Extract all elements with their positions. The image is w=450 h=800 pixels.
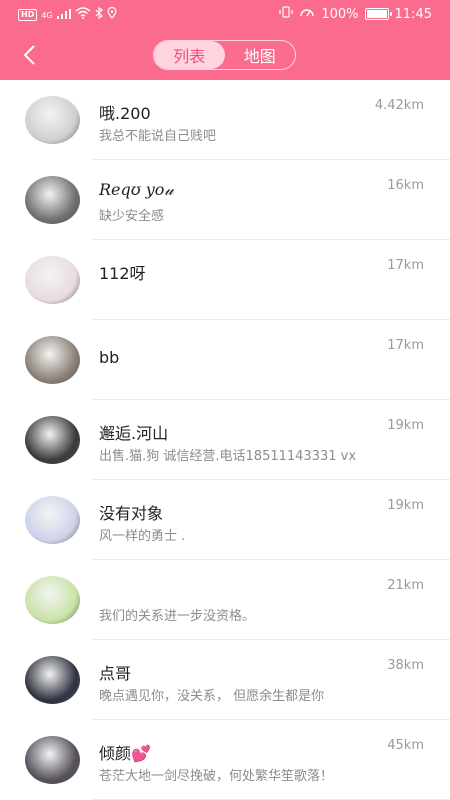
avatar — [25, 656, 80, 704]
network-type: 4G — [41, 10, 53, 20]
vibrate-icon — [279, 6, 293, 22]
user-name: bb — [99, 348, 120, 367]
distance-label: 38km — [387, 658, 424, 673]
battery-icon — [364, 8, 392, 20]
wifi-icon — [75, 7, 91, 23]
avatar — [25, 576, 80, 624]
list-item[interactable]: 112呀 17km — [0, 240, 450, 320]
user-name: 邂逅.河山 — [99, 424, 169, 443]
list-item[interactable]: 哦.200 我总不能说自己贱吧 4.42km — [0, 80, 450, 160]
list-item[interactable]: 没有对象 风一样的勇士 . 19km — [0, 480, 450, 560]
user-signature: 风一样的勇士 . — [99, 529, 186, 544]
user-name: 倾颜💕 — [99, 744, 151, 763]
chevron-left-icon — [23, 45, 35, 65]
tab-map[interactable]: 地图 — [225, 41, 296, 69]
avatar — [25, 256, 80, 304]
user-name: 112呀 — [99, 264, 146, 283]
list-item[interactable]: 点哥 晚点遇见你，没关系， 但愿余生都是你 38km — [0, 640, 450, 720]
distance-label: 45km — [387, 738, 424, 753]
back-button[interactable] — [14, 42, 44, 68]
avatar — [25, 416, 80, 464]
distance-label: 17km — [387, 258, 424, 273]
avatar — [25, 336, 80, 384]
location-icon — [107, 6, 117, 23]
avatar — [25, 176, 80, 224]
hd-badge: HD — [18, 9, 38, 21]
header-bar: HD 4G 100% 11:45 列表 地图 — [0, 0, 450, 80]
clock: 11:45 — [394, 6, 432, 22]
user-name: Reqʊ yo𝓊 — [99, 180, 174, 199]
user-signature: 我总不能说自己贱吧 — [99, 129, 217, 144]
view-switcher: 列表 地图 — [153, 40, 296, 70]
avatar — [25, 496, 80, 544]
user-signature: 出售.猫.狗 诚信经营.电话18511143331 vx — [99, 449, 357, 464]
status-bar: HD 4G 100% 11:45 — [0, 0, 450, 30]
distance-label: 17km — [387, 338, 424, 353]
nearby-user-list: 哦.200 我总不能说自己贱吧 4.42km Reqʊ yo𝓊 缺少安全感 16… — [0, 80, 450, 800]
battery-fill — [366, 10, 387, 18]
avatar — [25, 736, 80, 784]
distance-label: 16km — [387, 178, 424, 193]
user-name: 没有对象 — [99, 504, 164, 523]
battery-percent: 100% — [321, 6, 359, 22]
list-item[interactable]: 倾颜💕 苍茫大地一剑尽挽破，何处繁华笙歌落！ 45km — [0, 720, 450, 800]
list-item[interactable]: bb 17km — [0, 320, 450, 400]
user-signature: 苍茫大地一剑尽挽破，何处繁华笙歌落！ — [99, 769, 334, 784]
user-name: 哦.200 — [99, 104, 151, 123]
distance-label: 21km — [387, 578, 424, 593]
user-signature: 晚点遇见你，没关系， 但愿余生都是你 — [99, 689, 325, 704]
user-name: 点哥 — [99, 664, 132, 683]
list-item[interactable]: 邂逅.河山 出售.猫.狗 诚信经营.电话18511143331 vx 19km — [0, 400, 450, 480]
list-item[interactable]: 我们的关系进一步没资格。 21km — [0, 560, 450, 640]
bluetooth-icon — [95, 6, 103, 23]
avatar — [25, 96, 80, 144]
distance-label: 4.42km — [374, 98, 424, 113]
user-signature: 我们的关系进一步没资格。 — [99, 609, 256, 624]
tab-list[interactable]: 列表 — [154, 41, 225, 69]
list-item[interactable]: Reqʊ yo𝓊 缺少安全感 16km — [0, 160, 450, 240]
signal-icon — [56, 8, 71, 23]
speed-icon — [299, 6, 315, 22]
distance-label: 19km — [387, 418, 424, 433]
distance-label: 19km — [387, 498, 424, 513]
user-signature: 缺少安全感 — [99, 209, 165, 224]
